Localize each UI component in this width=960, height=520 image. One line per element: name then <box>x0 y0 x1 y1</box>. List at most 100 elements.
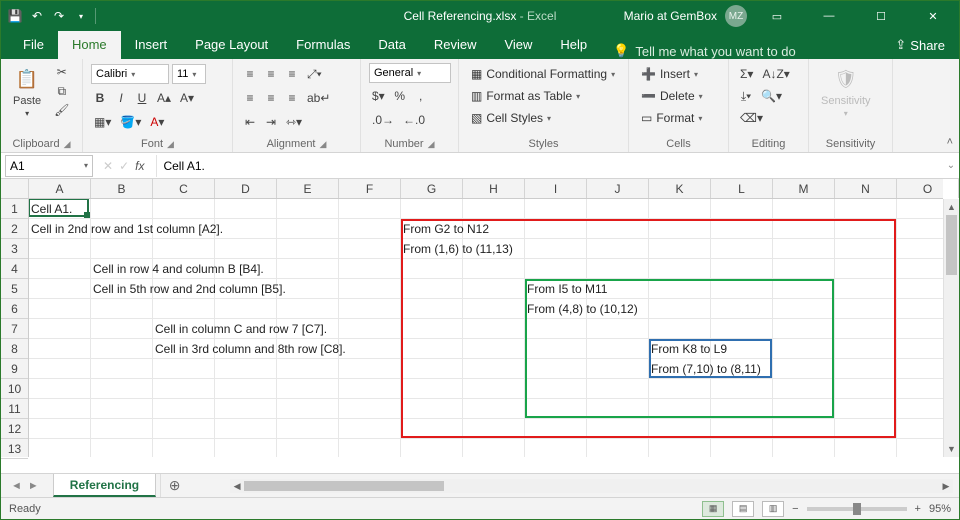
column-header[interactable]: I <box>525 179 587 198</box>
column-header[interactable]: B <box>91 179 153 198</box>
zoom-out-button[interactable]: − <box>792 503 798 515</box>
row-header[interactable]: 9 <box>1 359 28 379</box>
row-header[interactable]: 7 <box>1 319 28 339</box>
enter-formula-icon[interactable]: ✓ <box>119 159 129 173</box>
row-header[interactable]: 6 <box>1 299 28 319</box>
sort-filter-button[interactable]: A↓Z▾ <box>759 65 792 83</box>
cell[interactable]: Cell A1. <box>29 199 72 219</box>
column-header[interactable]: F <box>339 179 401 198</box>
cut-button[interactable]: ✂ <box>51 63 72 81</box>
qat-customize-icon[interactable]: ▾ <box>73 8 89 24</box>
tab-formulas[interactable]: Formulas <box>282 31 364 59</box>
sheet-tab-active[interactable]: Referencing <box>53 474 156 497</box>
cell[interactable]: From I5 to M11 <box>525 279 607 299</box>
accounting-format-button[interactable]: $▾ <box>369 87 388 105</box>
undo-icon[interactable]: ↶ <box>29 8 45 24</box>
column-header[interactable]: O <box>897 179 959 198</box>
font-color-button[interactable]: A▾ <box>147 113 167 131</box>
scroll-up-icon[interactable]: ▲ <box>944 199 959 215</box>
share-button[interactable]: ⇪ Share <box>881 31 959 59</box>
cell[interactable]: From K8 to L9 <box>649 339 727 359</box>
percent-format-button[interactable]: % <box>391 87 409 105</box>
scroll-left-icon[interactable]: ◀ <box>230 479 244 493</box>
align-center-button[interactable]: ≡ <box>262 89 280 107</box>
vertical-scrollbar[interactable]: ▲ ▼ <box>943 199 959 457</box>
sensitivity-button[interactable]: 🛡 Sensitivity ▾ <box>817 63 875 120</box>
cell[interactable]: From (1,6) to (11,13) <box>401 239 513 259</box>
column-header[interactable]: G <box>401 179 463 198</box>
orientation-button[interactable]: ⤢▾ <box>304 65 325 83</box>
italic-button[interactable]: I <box>112 89 130 107</box>
cancel-formula-icon[interactable]: ✕ <box>103 159 113 173</box>
cells-surface[interactable]: Cell A1.Cell in 2nd row and 1st column [… <box>29 199 943 457</box>
cell[interactable]: Cell in column C and row 7 [C7]. <box>153 319 327 339</box>
view-page-layout-button[interactable]: ▤ <box>732 501 754 517</box>
font-size-combo[interactable]: 11▾ <box>172 64 206 84</box>
find-select-button[interactable]: 🔍▾ <box>758 87 785 105</box>
row-header[interactable]: 1 <box>1 199 28 219</box>
format-painter-button[interactable]: 🖌 <box>51 101 72 119</box>
borders-button[interactable]: ▦▾ <box>91 113 114 131</box>
clear-button[interactable]: ⌫▾ <box>737 109 766 127</box>
column-header[interactable]: A <box>29 179 91 198</box>
cell[interactable]: Cell in 5th row and 2nd column [B5]. <box>91 279 286 299</box>
align-bottom-button[interactable]: ≡ <box>283 65 301 83</box>
cell-styles-button[interactable]: ▧Cell Styles▾ <box>467 107 555 129</box>
collapse-ribbon-icon[interactable]: ˄ <box>947 136 953 148</box>
column-header[interactable]: H <box>463 179 525 198</box>
row-header[interactable]: 11 <box>1 399 28 419</box>
ribbon-display-options-icon[interactable]: ▭ <box>755 1 799 31</box>
zoom-slider[interactable] <box>807 507 907 511</box>
scroll-thumb-horizontal[interactable] <box>244 481 444 491</box>
cell[interactable]: Cell in 2nd row and 1st column [A2]. <box>29 219 223 239</box>
increase-indent-button[interactable]: ⇥ <box>262 113 280 131</box>
format-cells-button[interactable]: ▭Format▾ <box>637 107 706 129</box>
tab-insert[interactable]: Insert <box>121 31 182 59</box>
delete-cells-button[interactable]: ➖Delete▾ <box>637 85 707 107</box>
tab-page-layout[interactable]: Page Layout <box>181 31 282 59</box>
column-header[interactable]: L <box>711 179 773 198</box>
zoom-in-button[interactable]: + <box>915 503 921 515</box>
wrap-text-button[interactable]: ab↵ <box>304 89 333 107</box>
redo-icon[interactable]: ↷ <box>51 8 67 24</box>
view-normal-button[interactable]: ▦ <box>702 501 724 517</box>
increase-font-button[interactable]: A▴ <box>154 89 174 107</box>
autosum-button[interactable]: Σ▾ <box>737 65 756 83</box>
column-header[interactable]: C <box>153 179 215 198</box>
scroll-thumb-vertical[interactable] <box>946 215 957 275</box>
column-header[interactable]: K <box>649 179 711 198</box>
zoom-level[interactable]: 95% <box>929 503 951 515</box>
cell[interactable]: Cell in row 4 and column B [B4]. <box>91 259 264 279</box>
row-header[interactable]: 3 <box>1 239 28 259</box>
column-header[interactable]: E <box>277 179 339 198</box>
expand-formula-bar-icon[interactable]: ⌄ <box>943 160 959 171</box>
row-header[interactable]: 8 <box>1 339 28 359</box>
cell[interactable]: Cell in 3rd column and 8th row [C8]. <box>153 339 346 359</box>
row-header[interactable]: 2 <box>1 219 28 239</box>
row-header[interactable]: 13 <box>1 439 28 459</box>
scroll-right-icon[interactable]: ▶ <box>939 479 953 493</box>
horizontal-scrollbar[interactable]: ◀ ▶ <box>230 479 953 493</box>
cells-viewport[interactable]: Cell A1.Cell in 2nd row and 1st column [… <box>29 199 943 457</box>
increase-decimal-button[interactable]: .0→ <box>369 111 397 129</box>
format-as-table-button[interactable]: ▥Format as Table▾ <box>467 85 584 107</box>
maximize-button[interactable]: ☐ <box>859 1 903 31</box>
comma-format-button[interactable]: , <box>412 87 430 105</box>
decrease-indent-button[interactable]: ⇤ <box>241 113 259 131</box>
name-box[interactable]: A1 ▾ <box>5 155 93 177</box>
close-button[interactable]: ✕ <box>911 1 955 31</box>
align-top-button[interactable]: ≡ <box>241 65 259 83</box>
cell[interactable]: From (7,10) to (8,11) <box>649 359 761 379</box>
bold-button[interactable]: B <box>91 89 109 107</box>
underline-button[interactable]: U <box>133 89 151 107</box>
dialog-launcher-icon[interactable]: ◢ <box>167 139 174 150</box>
column-header[interactable]: N <box>835 179 897 198</box>
tab-file[interactable]: File <box>9 31 58 59</box>
copy-button[interactable]: ⧉ <box>51 82 72 100</box>
fill-color-button[interactable]: 🪣▾ <box>117 113 144 131</box>
tab-data[interactable]: Data <box>364 31 419 59</box>
view-page-break-button[interactable]: ▥ <box>762 501 784 517</box>
tell-me-search[interactable]: 💡 Tell me what you want to do <box>601 43 808 59</box>
conditional-formatting-button[interactable]: ▦Conditional Formatting▾ <box>467 63 619 85</box>
fx-icon[interactable]: fx <box>135 159 150 173</box>
